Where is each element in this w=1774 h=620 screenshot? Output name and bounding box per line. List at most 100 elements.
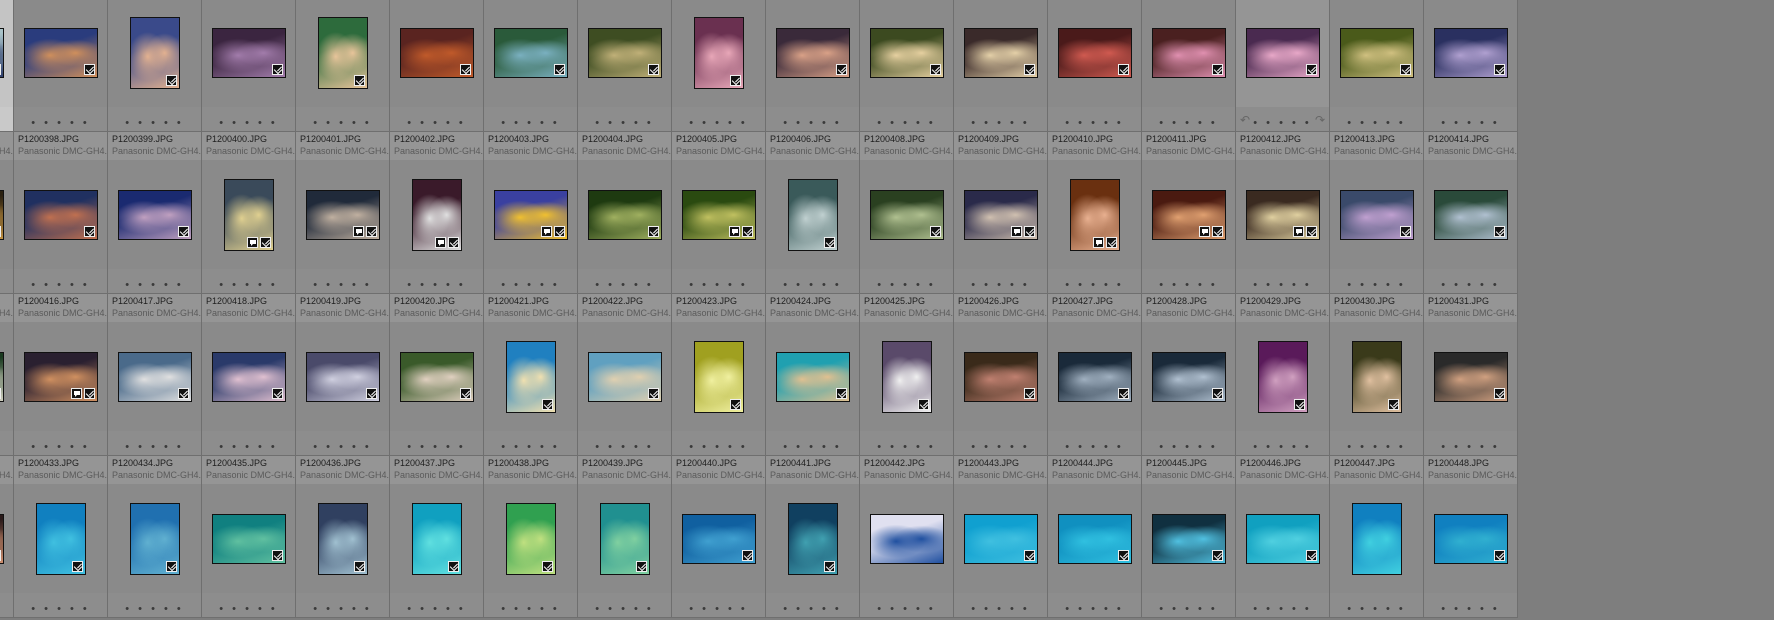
grid-cell[interactable]: P1200258.JPGPanasonic DMC-GH4...• • • • … xyxy=(14,0,108,132)
star-rating[interactable]: • • • • • xyxy=(1048,441,1141,453)
develop-adjusted-icon[interactable] xyxy=(1494,64,1505,75)
develop-adjusted-icon[interactable] xyxy=(460,64,471,75)
develop-adjusted-icon[interactable] xyxy=(0,64,1,75)
develop-adjusted-icon[interactable] xyxy=(742,226,753,237)
photo-thumbnail[interactable] xyxy=(1152,28,1226,78)
photo-thumbnail[interactable] xyxy=(130,503,180,575)
photo-thumbnail[interactable] xyxy=(1246,28,1320,78)
star-rating[interactable]: • • • • • xyxy=(202,117,295,129)
grid-cell[interactable]: P1200420.JPG Panasonic DMC-GH4... • • • • … xyxy=(390,294,484,456)
photo-thumbnail[interactable] xyxy=(1058,514,1132,564)
develop-adjusted-icon[interactable] xyxy=(260,237,271,248)
photo-thumbnail[interactable] xyxy=(212,352,286,402)
star-rating[interactable]: • • • • • xyxy=(0,603,13,615)
grid-cell[interactable]: P1200395.JPGPanasonic DMC-GH4...• • • • … xyxy=(1330,0,1424,132)
develop-adjusted-icon[interactable] xyxy=(730,399,741,410)
develop-adjusted-icon[interactable] xyxy=(1306,226,1317,237)
grid-cell[interactable]: P1200404.JPG Panasonic DMC-GH4... • • • • … xyxy=(578,132,672,294)
photo-thumbnail[interactable] xyxy=(306,352,380,402)
star-rating[interactable]: • • • • • xyxy=(296,117,389,129)
star-rating[interactable]: • • • • • xyxy=(954,117,1047,129)
star-rating[interactable]: • • • • • xyxy=(1236,603,1329,615)
develop-adjusted-icon[interactable] xyxy=(742,550,753,561)
develop-adjusted-icon[interactable] xyxy=(730,75,741,86)
star-rating[interactable]: • • • • • xyxy=(484,279,577,291)
photo-thumbnail[interactable] xyxy=(882,341,932,413)
develop-adjusted-icon[interactable] xyxy=(1212,64,1223,75)
grid-cell[interactable]: P1200422.JPG Panasonic DMC-GH4... • • • • … xyxy=(578,294,672,456)
develop-adjusted-icon[interactable] xyxy=(166,561,177,572)
photo-thumbnail[interactable] xyxy=(224,179,274,251)
grid-cell[interactable]: P1200397.JPGPanasonic DMC-GH4... • • • • … xyxy=(0,132,14,294)
star-rating[interactable]: • • • • • xyxy=(202,441,295,453)
develop-adjusted-icon[interactable] xyxy=(448,561,459,572)
grid-cell[interactable]: P1200415.JPGPanasonic DMC-GH4... • • • • … xyxy=(0,294,14,456)
grid-cell[interactable]: P1200423.JPG Panasonic DMC-GH4... • • • • … xyxy=(672,294,766,456)
develop-adjusted-icon[interactable] xyxy=(648,388,659,399)
develop-adjusted-icon[interactable] xyxy=(930,226,941,237)
develop-adjusted-icon[interactable] xyxy=(542,399,553,410)
photo-thumbnail[interactable] xyxy=(306,190,380,240)
star-rating[interactable]: • • • • • xyxy=(1142,117,1235,129)
grid-cell[interactable]: P1200414.JPG Panasonic DMC-GH4... • • • • … xyxy=(1424,132,1518,294)
grid-cell[interactable]: P1200392.JPGPanasonic DMC-GH4...• • • • … xyxy=(1048,0,1142,132)
develop-adjusted-icon[interactable] xyxy=(72,561,83,572)
grid-cell[interactable]: P1200425.JPG Panasonic DMC-GH4... • • • • … xyxy=(860,294,954,456)
star-rating[interactable]: • • • • • xyxy=(108,603,201,615)
develop-adjusted-icon[interactable] xyxy=(1024,226,1035,237)
star-rating[interactable]: • • • • • xyxy=(766,441,859,453)
grid-cell[interactable]: P1200388.JPGPanasonic DMC-GH4...• • • • … xyxy=(672,0,766,132)
rotate-left-icon[interactable]: ↶ xyxy=(1240,113,1250,127)
develop-adjusted-icon[interactable] xyxy=(84,388,95,399)
develop-adjusted-icon[interactable] xyxy=(930,64,941,75)
photo-thumbnail[interactable] xyxy=(1152,352,1226,402)
comment-icon[interactable] xyxy=(1011,226,1022,237)
develop-adjusted-icon[interactable] xyxy=(836,388,847,399)
photo-thumbnail[interactable] xyxy=(1246,190,1320,240)
comment-icon[interactable] xyxy=(353,226,364,237)
star-rating[interactable]: • • • • • xyxy=(0,117,13,129)
grid-cell[interactable]: P1200396.JPGPanasonic DMC-GH4...• • • • … xyxy=(1424,0,1518,132)
star-rating[interactable]: • • • • • xyxy=(108,279,201,291)
star-rating[interactable]: • • • • • xyxy=(1424,279,1517,291)
develop-adjusted-icon[interactable] xyxy=(84,226,95,237)
develop-adjusted-icon[interactable] xyxy=(272,388,283,399)
star-rating[interactable]: • • • • • xyxy=(1330,603,1423,615)
comment-icon[interactable] xyxy=(1293,226,1304,237)
grid-cell[interactable]: P1200385.JPGPanasonic DMC-GH4...• • • • … xyxy=(390,0,484,132)
photo-thumbnail[interactable] xyxy=(494,190,568,240)
develop-adjusted-icon[interactable] xyxy=(1024,388,1035,399)
grid-cell[interactable]: P1200430.JPG Panasonic DMC-GH4... • • • • … xyxy=(1330,294,1424,456)
photo-thumbnail[interactable] xyxy=(682,190,756,240)
grid-cell[interactable]: P1200259.JPGPanasonic DMC-GH4...• • • • … xyxy=(108,0,202,132)
star-rating[interactable]: • • • • • xyxy=(1236,441,1329,453)
star-rating[interactable]: • • • • • xyxy=(14,603,107,615)
star-rating[interactable]: • • • • • xyxy=(672,441,765,453)
develop-adjusted-icon[interactable] xyxy=(1118,550,1129,561)
grid-cell[interactable]: P1200429.JPG Panasonic DMC-GH4... • • • • … xyxy=(1236,294,1330,456)
grid-cell[interactable]: P1200389.JPGPanasonic DMC-GH4...• • • • … xyxy=(766,0,860,132)
grid-cell[interactable]: P1200411.JPG Panasonic DMC-GH4... • • • • … xyxy=(1142,132,1236,294)
star-rating[interactable]: • • • • • xyxy=(14,279,107,291)
develop-adjusted-icon[interactable] xyxy=(1024,550,1035,561)
photo-thumbnail[interactable] xyxy=(36,503,86,575)
grid-cell[interactable]: P1200418.JPG Panasonic DMC-GH4... • • • • … xyxy=(202,294,296,456)
photo-thumbnail[interactable] xyxy=(24,28,98,78)
grid-cell[interactable]: P1200399.JPG Panasonic DMC-GH4... • • • • … xyxy=(108,132,202,294)
grid-cell[interactable]: P1200387.JPGPanasonic DMC-GH4...• • • • … xyxy=(578,0,672,132)
grid-cell[interactable]: P1200390.JPGPanasonic DMC-GH4...• • • • … xyxy=(860,0,954,132)
photo-thumbnail[interactable] xyxy=(1352,341,1402,413)
grid-cell[interactable]: P1200405.JPG Panasonic DMC-GH4... • • • • … xyxy=(672,132,766,294)
photo-thumbnail[interactable] xyxy=(24,190,98,240)
develop-adjusted-icon[interactable] xyxy=(1494,550,1505,561)
photo-thumbnail[interactable] xyxy=(118,352,192,402)
star-rating[interactable]: • • • • • xyxy=(766,279,859,291)
star-rating[interactable]: • • • • • xyxy=(0,279,13,291)
grid-cell[interactable]: P1200427.JPG Panasonic DMC-GH4... • • • • … xyxy=(1048,294,1142,456)
photo-thumbnail[interactable] xyxy=(400,352,474,402)
star-rating[interactable]: • • • • • xyxy=(1142,279,1235,291)
photo-thumbnail[interactable] xyxy=(776,352,850,402)
grid-cell[interactable]: P1200401.JPG Panasonic DMC-GH4... • • • • … xyxy=(296,132,390,294)
develop-adjusted-icon[interactable] xyxy=(554,64,565,75)
grid-cell[interactable]: P1200398.JPG Panasonic DMC-GH4... • • • • … xyxy=(14,132,108,294)
